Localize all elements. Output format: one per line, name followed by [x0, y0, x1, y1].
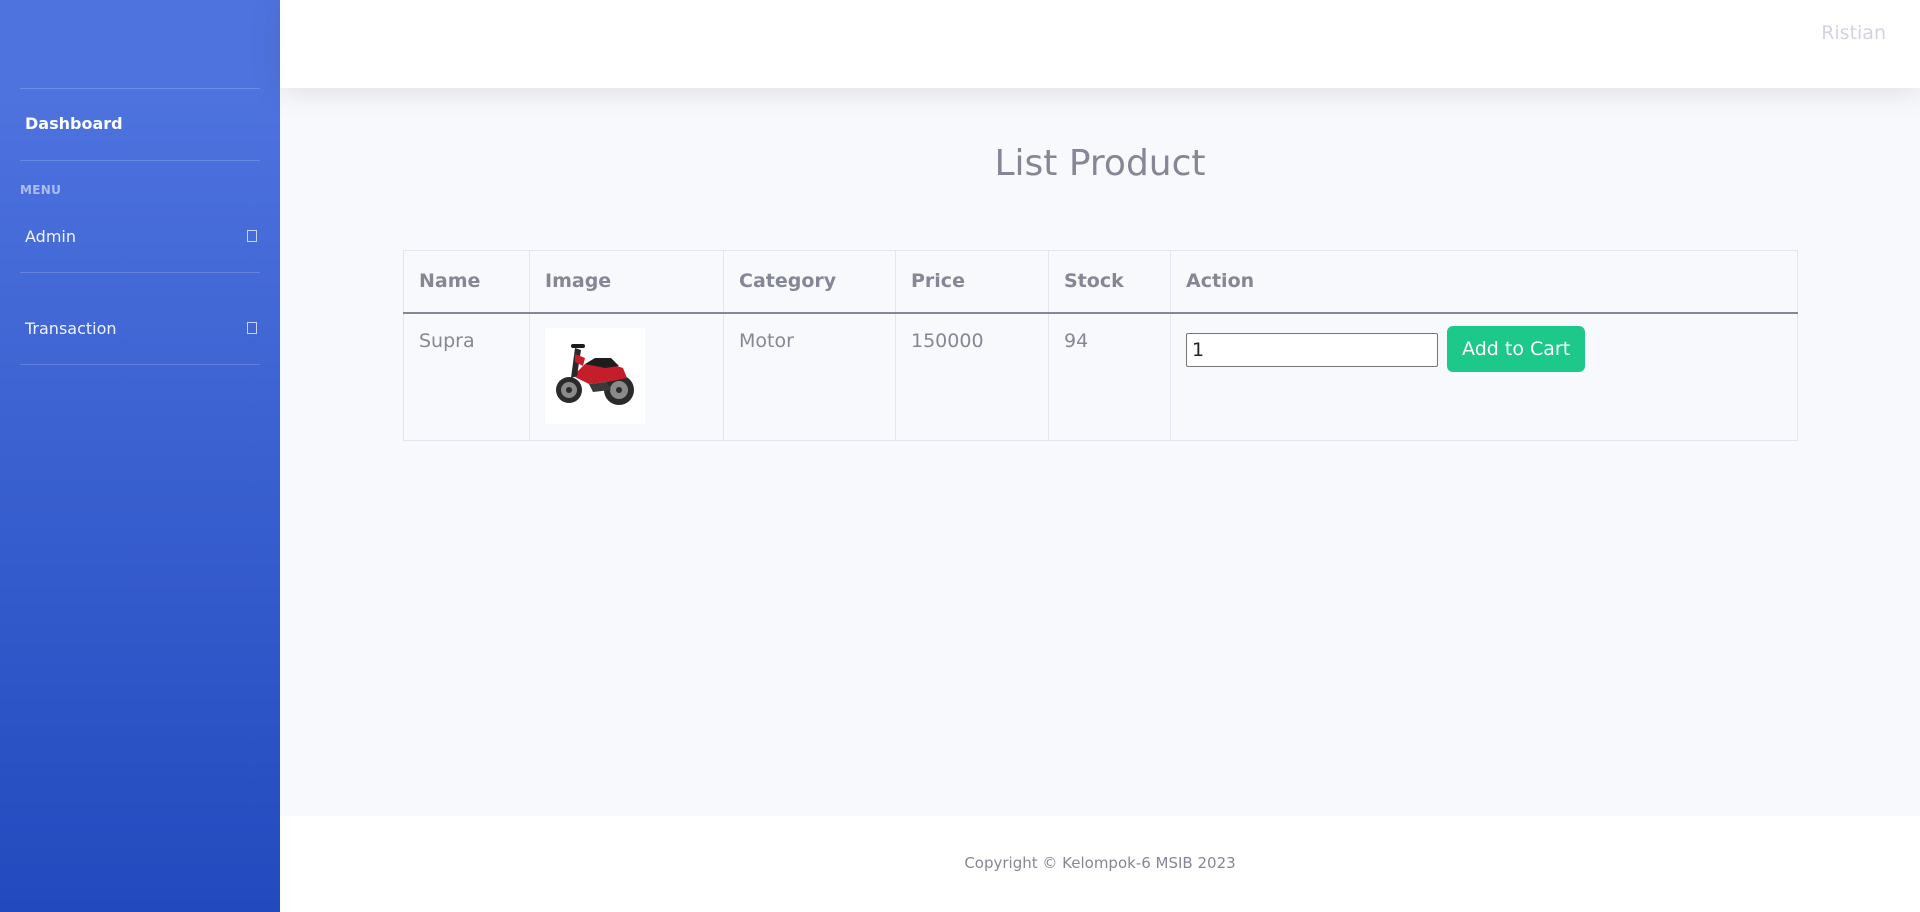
copyright-text: Copyright © Kelompok-6 MSIB 2023 — [964, 854, 1236, 872]
cell-name: Supra — [403, 312, 530, 441]
sidebar: Dashboard MENU Admin Transaction — [0, 0, 280, 912]
sidebar-heading-menu: MENU — [20, 183, 62, 197]
add-to-cart-button[interactable]: Add to Cart — [1447, 325, 1586, 372]
sidebar-item-label: Admin — [25, 227, 76, 246]
sidebar-item-admin[interactable]: Admin — [25, 227, 257, 246]
sidebar-item-transaction[interactable]: Transaction — [25, 319, 257, 338]
cell-price: 150000 — [895, 312, 1049, 441]
collapse-icon — [247, 322, 257, 334]
sidebar-divider — [20, 364, 260, 365]
page-title: List Product — [994, 143, 1206, 184]
column-header-price: Price — [895, 250, 1049, 314]
column-header-category: Category — [723, 250, 896, 314]
topbar: Ristian — [280, 0, 1920, 88]
sidebar-divider — [20, 88, 260, 89]
quantity-input[interactable] — [1186, 332, 1438, 367]
table-header-row: Name Image Category Price Stock Action — [403, 250, 1798, 314]
sidebar-divider — [20, 160, 260, 161]
column-header-name: Name — [403, 250, 530, 314]
product-table: Name Image Category Price Stock Action S… — [403, 250, 1798, 441]
product-image — [545, 327, 645, 424]
collapse-icon — [247, 230, 257, 242]
column-header-stock: Stock — [1048, 250, 1171, 314]
cell-image — [529, 312, 724, 441]
table-row: Supra Motor 150000 94 1 Add to Cart — [403, 312, 1798, 441]
cell-action: Add to Cart — [1170, 312, 1798, 441]
footer: Copyright © Kelompok-6 MSIB 2023 — [280, 816, 1920, 912]
motorcycle-image — [556, 343, 634, 405]
user-menu[interactable]: Ristian — [1821, 22, 1886, 44]
sidebar-item-dashboard[interactable]: Dashboard — [25, 114, 123, 133]
cell-stock: 94 — [1048, 312, 1171, 441]
cell-category: Motor — [723, 312, 896, 441]
sidebar-item-label: Transaction — [25, 319, 117, 338]
column-header-image: Image — [529, 250, 724, 314]
sidebar-divider — [20, 272, 260, 273]
column-header-action: Action — [1170, 250, 1798, 314]
